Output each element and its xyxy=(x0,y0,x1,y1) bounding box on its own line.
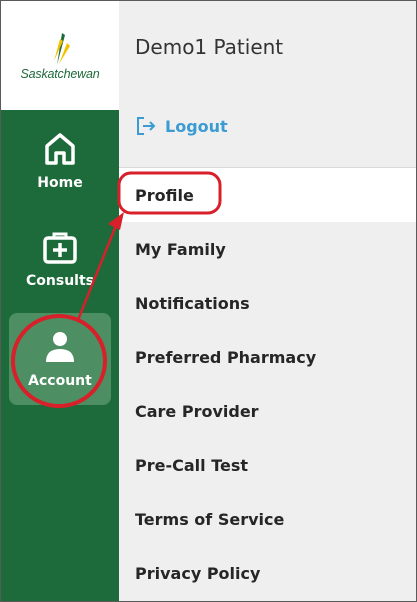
logout-link[interactable]: Logout xyxy=(135,113,228,139)
menu-item-profile[interactable]: Profile xyxy=(119,168,416,222)
logo-text: Saskatchewan xyxy=(20,67,100,81)
menu-item-pre-call-test[interactable]: Pre-Call Test xyxy=(119,438,416,492)
main-panel: Demo1 Patient Logout Profile My Family N… xyxy=(119,1,416,601)
nav-consults-label: Consults xyxy=(26,273,94,289)
wheat-logo-icon xyxy=(54,33,70,65)
nav-consults[interactable]: Consults xyxy=(9,213,111,305)
nav-home-label: Home xyxy=(37,175,83,191)
sidebar: Saskatchewan Home Consults Account xyxy=(1,1,119,601)
app-window: Saskatchewan Home Consults Account Demo1… xyxy=(0,0,417,602)
menu-item-notifications[interactable]: Notifications xyxy=(119,276,416,330)
nav-account[interactable]: Account xyxy=(9,313,111,405)
person-icon xyxy=(46,332,74,362)
menu-item-privacy-policy[interactable]: Privacy Policy xyxy=(119,546,416,600)
nav-account-label: Account xyxy=(28,373,92,389)
logo: Saskatchewan xyxy=(1,1,119,110)
home-icon xyxy=(45,133,75,165)
menu-item-care-provider[interactable]: Care Provider xyxy=(119,384,416,438)
medical-kit-icon xyxy=(43,232,77,264)
page-title: Demo1 Patient xyxy=(135,35,284,59)
menu-item-terms-of-service[interactable]: Terms of Service xyxy=(119,492,416,546)
logout-label: Logout xyxy=(165,116,228,136)
menu-item-my-family[interactable]: My Family xyxy=(119,222,416,276)
menu-item-preferred-pharmacy[interactable]: Preferred Pharmacy xyxy=(119,330,416,384)
nav-home[interactable]: Home xyxy=(9,115,111,207)
logout-icon xyxy=(137,117,156,135)
